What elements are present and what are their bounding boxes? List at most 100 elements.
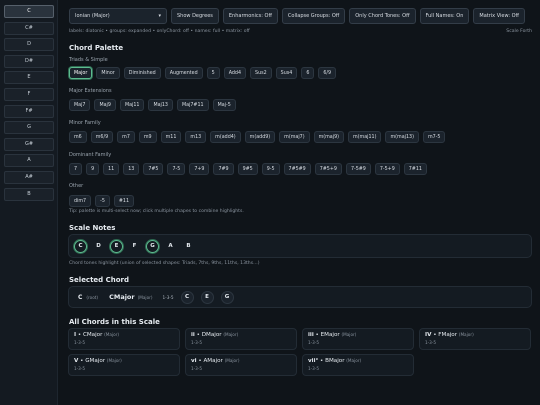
chip-7-5[interactable]: 7-5 <box>167 163 186 175</box>
chip-m-maj13[interactable]: m(maj13) <box>385 131 419 143</box>
group-label-dominant: Dominant Family <box>69 152 112 158</box>
chip-7-sharp11[interactable]: 7#11 <box>403 163 427 175</box>
chip-maj9[interactable]: Maj9 <box>94 99 116 111</box>
matrix-view-toggle[interactable]: Matrix View: Off <box>473 8 525 24</box>
chip-sus4[interactable]: Sus4 <box>275 67 298 79</box>
status-line: labels: diatonic • groups: expanded • on… <box>69 29 250 34</box>
chord-card-formula: 1-3-5 <box>425 340 437 345</box>
sidebar-note-e[interactable]: E <box>4 71 54 85</box>
chord-card[interactable]: vii° • BMajor (Major) 1-3-5 <box>302 354 414 376</box>
chip-m6[interactable]: m6 <box>69 131 87 143</box>
chip-maj-5[interactable]: Maj-5 <box>212 99 236 111</box>
chord-card-numeral: I <box>74 332 77 338</box>
chip-6-9[interactable]: 6/9 <box>318 67 337 79</box>
chip-6[interactable]: 6 <box>301 67 315 79</box>
chip-11[interactable]: 11 <box>103 163 120 175</box>
chip-7[interactable]: 7 <box>69 163 83 175</box>
scale-note-f[interactable]: F <box>128 240 141 253</box>
chip-7-sharp9[interactable]: 7#9 <box>213 163 234 175</box>
chord-card[interactable]: V • GMajor (Major) 1-3-5 <box>68 354 180 376</box>
sidebar-note-f-sharp[interactable]: F# <box>4 104 54 118</box>
chip-maj11[interactable]: Maj11 <box>119 99 145 111</box>
chip-diminished[interactable]: Diminished <box>123 67 161 79</box>
chord-card-formula: 1-3-5 <box>74 366 86 371</box>
chip-m-maj9[interactable]: m(maj9) <box>313 131 345 143</box>
chip-major[interactable]: Major <box>69 67 93 79</box>
scale-note-e[interactable]: E <box>110 239 123 253</box>
chord-card[interactable]: I • CMajor (Major) 1-3-5 <box>68 328 180 350</box>
scale-note-a[interactable]: A <box>164 240 177 253</box>
collapse-groups-toggle[interactable]: Collapse Groups: Off <box>281 8 346 24</box>
chip-5[interactable]: 5 <box>206 67 220 79</box>
scale-note-d[interactable]: D <box>92 240 105 253</box>
sidebar-note-c[interactable]: C <box>4 5 54 18</box>
selected-chord-quality: (Major) <box>137 294 153 300</box>
chord-card[interactable]: vi • AMajor (Major) 1-3-5 <box>185 354 297 376</box>
chord-card[interactable]: IV • FMajor (Major) 1-3-5 <box>419 328 531 350</box>
sidebar-note-c-sharp[interactable]: C# <box>4 21 54 35</box>
chord-card[interactable]: ii • DMajor (Major) 1-3-5 <box>185 328 297 350</box>
sidebar-note-f[interactable]: F <box>4 87 54 101</box>
sidebar-note-a[interactable]: A <box>4 154 54 168</box>
chip-flat5[interactable]: -5 <box>95 195 110 207</box>
chip-m11[interactable]: m11 <box>160 131 182 143</box>
chip-7-plus9[interactable]: 7+9 <box>189 163 210 175</box>
all-chords-grid: I • CMajor (Major) 1-3-5 ii • DMajor (Ma… <box>68 328 531 376</box>
enharmonics-toggle[interactable]: Enharmonics: Off <box>222 8 278 24</box>
sidebar-note-g[interactable]: G <box>4 121 54 135</box>
chip-maj13[interactable]: Maj13 <box>148 99 173 111</box>
chord-card[interactable]: iii • EMajor (Major) 1-3-5 <box>302 328 414 350</box>
chip-augmented[interactable]: Augmented <box>164 67 203 79</box>
sidebar-note-g-sharp[interactable]: G# <box>4 137 54 151</box>
chip-m13[interactable]: m13 <box>185 131 207 143</box>
scale-select[interactable]: Ionian (Major) ▾ <box>69 8 167 24</box>
chip-7-5-sharp9[interactable]: 7-5#9 <box>345 163 371 175</box>
chip-m6-9[interactable]: m6/9 <box>90 131 114 143</box>
sidebar-note-d-sharp[interactable]: D# <box>4 54 54 68</box>
chord-card-name: CMajor <box>82 332 103 338</box>
scale-note-g[interactable]: G <box>146 239 159 253</box>
selected-chord-formula: 1-3-5 <box>162 294 174 300</box>
scale-note-b[interactable]: B <box>182 240 195 253</box>
chord-card-quality: (Major) <box>346 358 362 363</box>
full-names-toggle[interactable]: Full Names: On <box>419 8 470 24</box>
chip-7-5-plus9[interactable]: 7-5+9 <box>374 163 400 175</box>
chip-9-sharp5[interactable]: 9#5 <box>237 163 258 175</box>
main-content: Ionian (Major) ▾ Show Degrees Enharmonic… <box>62 0 538 405</box>
chip-9[interactable]: 9 <box>86 163 100 175</box>
only-chord-tones-toggle[interactable]: Only Chord Tones: Off <box>349 8 416 24</box>
chip-m-add4[interactable]: m(add4) <box>210 131 241 143</box>
selected-chord-panel: C (root) CMajor (Major) 1-3-5 C E G <box>68 286 532 308</box>
chip-7-sharp5[interactable]: 7#5 <box>143 163 164 175</box>
show-degrees-button[interactable]: Show Degrees <box>171 8 219 24</box>
chord-palette-title: Chord Palette <box>69 44 124 52</box>
chip-minor[interactable]: Minor <box>96 67 120 79</box>
group-label-major-ext: Major Extensions <box>69 88 112 94</box>
chip-sharp11[interactable]: #11 <box>113 195 135 207</box>
chip-m-add9[interactable]: m(add9) <box>244 131 276 143</box>
chip-dim7[interactable]: dim7 <box>69 195 92 207</box>
chip-9-5[interactable]: 9-5 <box>261 163 280 175</box>
chip-add4[interactable]: Add4 <box>223 67 247 79</box>
chip-sus2[interactable]: Sus2 <box>250 67 272 79</box>
chip-7-sharp5-plus9[interactable]: 7#5+9 <box>314 163 342 175</box>
chord-card-name: DMajor <box>201 332 222 338</box>
chord-card-quality: (Major) <box>223 332 239 337</box>
chip-7-sharp5-sharp9[interactable]: 7#5#9 <box>283 163 311 175</box>
chip-maj7-sharp11[interactable]: Maj7#11 <box>176 99 209 111</box>
selected-chord-title: Selected Chord <box>69 276 130 284</box>
chip-maj7[interactable]: Maj7 <box>69 99 91 111</box>
chip-m7-5[interactable]: m7-5 <box>422 131 446 143</box>
chip-m9[interactable]: m9 <box>138 131 157 143</box>
chip-m-maj7[interactable]: m(maj7) <box>279 131 310 143</box>
sidebar-note-d[interactable]: D <box>4 38 54 52</box>
chip-m-maj11[interactable]: m(maj11) <box>348 131 382 143</box>
sidebar-note-b[interactable]: B <box>4 187 54 201</box>
note-sidebar: C C# D D# E F F# G G# A A# B <box>0 0 58 405</box>
scale-note-c[interactable]: C <box>74 239 87 253</box>
sidebar-note-a-sharp[interactable]: A# <box>4 170 54 184</box>
chip-m7[interactable]: m7 <box>117 131 135 143</box>
chip-13[interactable]: 13 <box>123 163 140 175</box>
selected-chord-name: CMajor <box>109 293 135 301</box>
chord-card-formula: 1-3-5 <box>308 366 320 371</box>
